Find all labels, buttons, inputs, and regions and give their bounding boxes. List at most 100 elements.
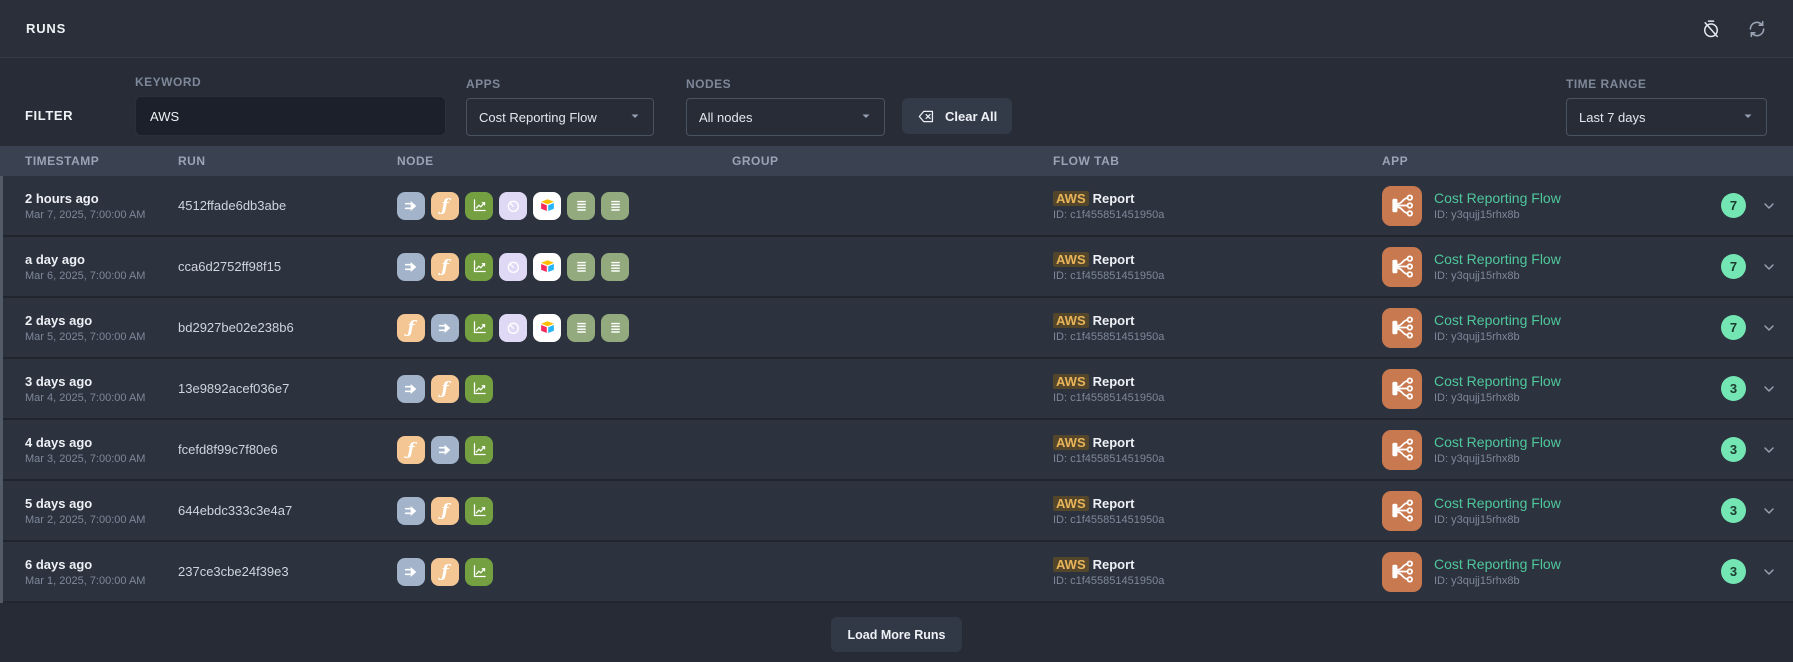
flow-tab-cell: AWS Report ID: c1f455851451950a — [1053, 191, 1382, 221]
flow-tab-keyword-highlight: AWS — [1053, 496, 1089, 511]
flow-tab-id: ID: c1f455851451950a — [1053, 453, 1382, 465]
clear-all-button[interactable]: Clear All — [902, 98, 1012, 134]
arrow-node-icon[interactable] — [431, 436, 459, 464]
airtable-node-icon[interactable] — [533, 314, 561, 342]
table-header: TIMESTAMP RUN NODE GROUP FLOW TAB APP — [0, 146, 1793, 176]
chevron-down-icon — [860, 110, 872, 125]
timer-node-icon[interactable] — [499, 253, 527, 281]
row-actions: 3 — [1700, 498, 1793, 523]
app-link[interactable]: Cost Reporting Flow — [1434, 190, 1561, 206]
function-node-icon[interactable]: ƒ — [397, 436, 425, 464]
chart-node-icon[interactable] — [465, 253, 493, 281]
chart-node-icon[interactable] — [465, 436, 493, 464]
app-link[interactable]: Cost Reporting Flow — [1434, 373, 1561, 389]
lines-node-icon[interactable] — [601, 192, 629, 220]
arrow-node-icon[interactable] — [397, 558, 425, 586]
lines-node-icon[interactable] — [567, 314, 595, 342]
flow-tab-keyword-highlight: AWS — [1053, 252, 1089, 267]
run-row[interactable]: 4 days ago Mar 3, 2025, 7:00:00 AM fcefd… — [0, 420, 1793, 481]
run-row[interactable]: a day ago Mar 6, 2025, 7:00:00 AM cca6d2… — [0, 237, 1793, 298]
run-id: 644ebdc333c3e4a7 — [178, 503, 292, 518]
chart-node-icon[interactable] — [465, 192, 493, 220]
app-link[interactable]: Cost Reporting Flow — [1434, 251, 1561, 267]
app-link[interactable]: Cost Reporting Flow — [1434, 556, 1561, 572]
expand-chevron-icon[interactable] — [1761, 381, 1777, 397]
run-row[interactable]: 5 days ago Mar 2, 2025, 7:00:00 AM 644eb… — [0, 481, 1793, 542]
node-icons: ƒ — [397, 314, 732, 342]
time-range-field-group: TIME RANGE Last 7 days — [1566, 77, 1767, 136]
app-link[interactable]: Cost Reporting Flow — [1434, 312, 1561, 328]
row-actions: 7 — [1700, 254, 1793, 279]
chart-node-icon[interactable] — [465, 497, 493, 525]
function-node-icon[interactable]: ƒ — [431, 192, 459, 220]
run-row[interactable]: 2 days ago Mar 5, 2025, 7:00:00 AM bd292… — [0, 298, 1793, 359]
flow-tab-cell: AWS Report ID: c1f455851451950a — [1053, 313, 1382, 343]
airtable-node-icon[interactable] — [533, 192, 561, 220]
keyword-input[interactable] — [135, 96, 446, 136]
apps-select[interactable]: Cost Reporting Flow — [466, 98, 654, 136]
lines-node-icon[interactable] — [567, 192, 595, 220]
run-id: fcefd8f99c7f80e6 — [178, 442, 278, 457]
timer-node-icon[interactable] — [499, 314, 527, 342]
row-actions: 3 — [1700, 559, 1793, 584]
timestamp-cell: a day ago Mar 6, 2025, 7:00:00 AM — [25, 252, 178, 282]
app-link[interactable]: Cost Reporting Flow — [1434, 495, 1561, 511]
run-id: cca6d2752ff98f15 — [178, 259, 281, 274]
flow-tab-name: Report — [1093, 374, 1135, 389]
lines-node-icon[interactable] — [567, 253, 595, 281]
airtable-node-icon[interactable] — [533, 253, 561, 281]
function-node-icon[interactable]: ƒ — [397, 314, 425, 342]
expand-chevron-icon[interactable] — [1761, 503, 1777, 519]
timer-node-icon[interactable] — [499, 192, 527, 220]
flow-tab-cell: AWS Report ID: c1f455851451950a — [1053, 252, 1382, 282]
nodes-select[interactable]: All nodes — [686, 98, 885, 136]
run-row[interactable]: 3 days ago Mar 4, 2025, 7:00:00 AM 13e98… — [0, 359, 1793, 420]
chart-node-icon[interactable] — [465, 314, 493, 342]
expand-chevron-icon[interactable] — [1761, 259, 1777, 275]
arrow-node-icon[interactable] — [397, 497, 425, 525]
time-range-select[interactable]: Last 7 days — [1566, 98, 1767, 136]
flow-app-icon — [1382, 247, 1422, 287]
run-relative-time: 6 days ago — [25, 557, 178, 572]
arrow-node-icon[interactable] — [397, 375, 425, 403]
lines-node-icon[interactable] — [601, 253, 629, 281]
nodes-field-group: NODES All nodes — [686, 77, 885, 136]
run-row[interactable]: 6 days ago Mar 1, 2025, 7:00:00 AM 237ce… — [0, 542, 1793, 603]
flow-tab-name: Report — [1093, 435, 1135, 450]
flow-tab-keyword-highlight: AWS — [1053, 557, 1089, 572]
column-header-flow-tab: FLOW TAB — [1053, 154, 1382, 168]
run-relative-time: 5 days ago — [25, 496, 178, 511]
refresh-icon[interactable] — [1747, 19, 1767, 39]
app-link[interactable]: Cost Reporting Flow — [1434, 434, 1561, 450]
auto-refresh-off-icon[interactable] — [1701, 19, 1721, 39]
app-cell: Cost Reporting Flow ID: y3qujj15rhx8b — [1382, 491, 1700, 531]
chart-node-icon[interactable] — [465, 375, 493, 403]
flow-tab-id: ID: c1f455851451950a — [1053, 270, 1382, 282]
arrow-node-icon[interactable] — [397, 253, 425, 281]
scroll-indicator — [0, 176, 3, 603]
apps-selected-value: Cost Reporting Flow — [479, 110, 597, 125]
node-count-badge: 3 — [1721, 437, 1746, 462]
flow-tab-cell: AWS Report ID: c1f455851451950a — [1053, 496, 1382, 526]
function-node-icon[interactable]: ƒ — [431, 497, 459, 525]
expand-chevron-icon[interactable] — [1761, 564, 1777, 580]
function-node-icon[interactable]: ƒ — [431, 253, 459, 281]
arrow-node-icon[interactable] — [431, 314, 459, 342]
function-node-icon[interactable]: ƒ — [431, 375, 459, 403]
backspace-clear-icon — [917, 107, 936, 126]
function-node-icon[interactable]: ƒ — [431, 558, 459, 586]
chevron-down-icon — [1742, 110, 1754, 125]
run-row[interactable]: 2 hours ago Mar 7, 2025, 7:00:00 AM 4512… — [0, 176, 1793, 237]
arrow-node-icon[interactable] — [397, 192, 425, 220]
lines-node-icon[interactable] — [601, 314, 629, 342]
load-more-runs-button[interactable]: Load More Runs — [831, 617, 963, 652]
expand-chevron-icon[interactable] — [1761, 320, 1777, 336]
nodes-label: NODES — [686, 77, 885, 91]
flow-app-icon — [1382, 369, 1422, 409]
expand-chevron-icon[interactable] — [1761, 442, 1777, 458]
app-id: ID: y3qujj15rhx8b — [1434, 575, 1561, 587]
flow-tab-name: Report — [1093, 557, 1135, 572]
chart-node-icon[interactable] — [465, 558, 493, 586]
timestamp-cell: 6 days ago Mar 1, 2025, 7:00:00 AM — [25, 557, 178, 587]
expand-chevron-icon[interactable] — [1761, 198, 1777, 214]
